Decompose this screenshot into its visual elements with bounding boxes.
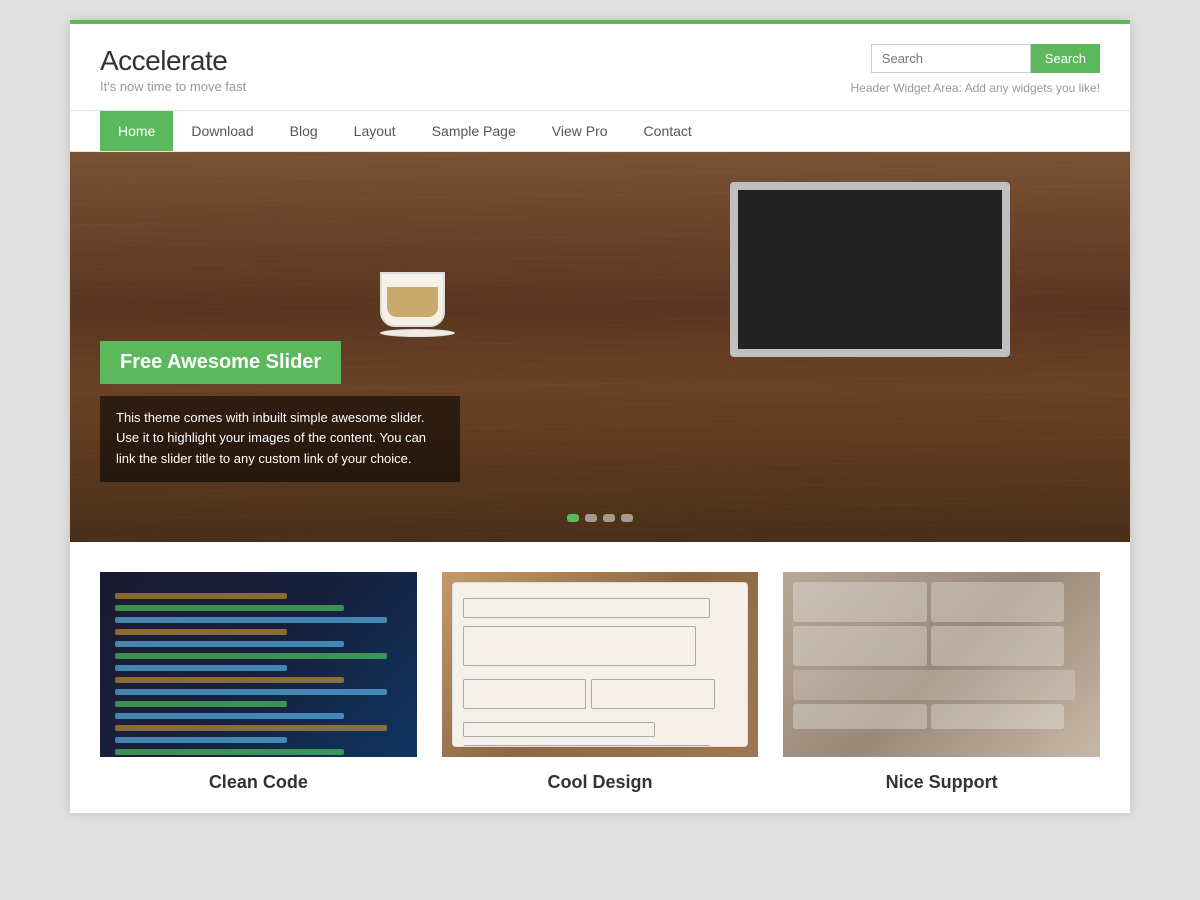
wire-block-4 bbox=[591, 679, 715, 709]
nav-link-sample[interactable]: Sample Page bbox=[414, 111, 534, 151]
nav-item-home[interactable]: Home bbox=[100, 111, 173, 151]
feature-image-design bbox=[442, 572, 759, 757]
nav-link-contact[interactable]: Contact bbox=[626, 111, 710, 151]
code-line-8 bbox=[115, 677, 344, 683]
feature-card-code: Clean Code bbox=[100, 572, 417, 793]
person-block-5 bbox=[793, 670, 1075, 700]
search-input[interactable] bbox=[871, 44, 1031, 73]
code-line-9 bbox=[115, 689, 387, 695]
cup-body bbox=[380, 272, 445, 327]
person-block-7 bbox=[931, 704, 1064, 729]
feature-title-support: Nice Support bbox=[783, 772, 1100, 793]
code-line-14 bbox=[115, 749, 344, 755]
feature-image-code bbox=[100, 572, 417, 757]
slider-description: This theme comes with inbuilt simple awe… bbox=[100, 396, 460, 482]
header-branding: Accelerate It's now time to move fast bbox=[100, 45, 246, 94]
cup-saucer bbox=[380, 329, 455, 337]
feature-title-design: Cool Design bbox=[442, 772, 759, 793]
nav-item-contact[interactable]: Contact bbox=[626, 111, 710, 151]
code-line-7 bbox=[115, 665, 287, 671]
code-line-11 bbox=[115, 713, 344, 719]
features-section: Clean Code bbox=[70, 542, 1130, 813]
nav-item-viewpro[interactable]: View Pro bbox=[534, 111, 626, 151]
wire-block-1 bbox=[463, 598, 710, 618]
code-line-2 bbox=[115, 605, 344, 611]
nav-item-blog[interactable]: Blog bbox=[272, 111, 336, 151]
code-line-1 bbox=[115, 593, 287, 599]
wireframe-lines bbox=[453, 583, 748, 747]
slider-dot-3[interactable] bbox=[603, 514, 615, 522]
hero-slider: Free Awesome Slider This theme comes wit… bbox=[70, 152, 1130, 542]
code-line-4 bbox=[115, 629, 287, 635]
team-sim bbox=[783, 572, 1100, 739]
search-button[interactable]: Search bbox=[1031, 44, 1100, 73]
site-header: Accelerate It's now time to move fast Se… bbox=[70, 24, 1130, 110]
person-block-2 bbox=[931, 582, 1064, 622]
laptop-decoration bbox=[730, 182, 1010, 372]
site-title: Accelerate bbox=[100, 45, 246, 77]
header-widget-text: Header Widget Area: Add any widgets you … bbox=[851, 81, 1100, 95]
nav-link-home[interactable]: Home bbox=[100, 111, 173, 151]
page-wrapper: Accelerate It's now time to move fast Se… bbox=[70, 20, 1130, 813]
feature-card-design: Cool Design bbox=[442, 572, 759, 793]
nav-link-download[interactable]: Download bbox=[173, 111, 271, 151]
laptop-screen-inner bbox=[738, 190, 1002, 349]
nav-link-viewpro[interactable]: View Pro bbox=[534, 111, 626, 151]
nav-item-download[interactable]: Download bbox=[173, 111, 271, 151]
nav-list: Home Download Blog Layout Sample Page Vi… bbox=[100, 111, 1100, 151]
nav-link-layout[interactable]: Layout bbox=[336, 111, 414, 151]
cup-tea bbox=[387, 287, 438, 317]
slider-dot-4[interactable] bbox=[621, 514, 633, 522]
main-nav: Home Download Blog Layout Sample Page Vi… bbox=[70, 110, 1130, 152]
search-form: Search bbox=[871, 44, 1100, 73]
slider-dot-1[interactable] bbox=[567, 514, 579, 522]
feature-title-code: Clean Code bbox=[100, 772, 417, 793]
wire-block-5 bbox=[463, 722, 655, 737]
code-line-3 bbox=[115, 617, 387, 623]
nav-item-sample[interactable]: Sample Page bbox=[414, 111, 534, 151]
slider-dots bbox=[567, 514, 633, 522]
wire-block-2 bbox=[463, 626, 696, 666]
code-line-6 bbox=[115, 653, 387, 659]
site-tagline: It's now time to move fast bbox=[100, 79, 246, 94]
code-line-12 bbox=[115, 725, 387, 731]
slider-content: Free Awesome Slider This theme comes wit… bbox=[100, 341, 460, 482]
nav-item-layout[interactable]: Layout bbox=[336, 111, 414, 151]
code-lines bbox=[100, 572, 417, 757]
code-line-13 bbox=[115, 737, 287, 743]
laptop-screen bbox=[730, 182, 1010, 357]
person-block-1 bbox=[793, 582, 926, 622]
slider-title[interactable]: Free Awesome Slider bbox=[100, 341, 341, 384]
feature-card-support: Nice Support bbox=[783, 572, 1100, 793]
wire-block-3 bbox=[463, 679, 587, 709]
header-right: Search Header Widget Area: Add any widge… bbox=[851, 44, 1100, 95]
person-block-4 bbox=[931, 626, 1064, 666]
features-grid: Clean Code bbox=[100, 572, 1100, 793]
feature-image-support bbox=[783, 572, 1100, 757]
notebook-sim bbox=[452, 582, 749, 747]
code-line-5 bbox=[115, 641, 344, 647]
code-line-10 bbox=[115, 701, 287, 707]
person-block-3 bbox=[793, 626, 926, 666]
nav-link-blog[interactable]: Blog bbox=[272, 111, 336, 151]
wire-block-6 bbox=[463, 745, 710, 747]
person-block-6 bbox=[793, 704, 926, 729]
tea-cup-decoration bbox=[380, 272, 450, 332]
slider-dot-2[interactable] bbox=[585, 514, 597, 522]
